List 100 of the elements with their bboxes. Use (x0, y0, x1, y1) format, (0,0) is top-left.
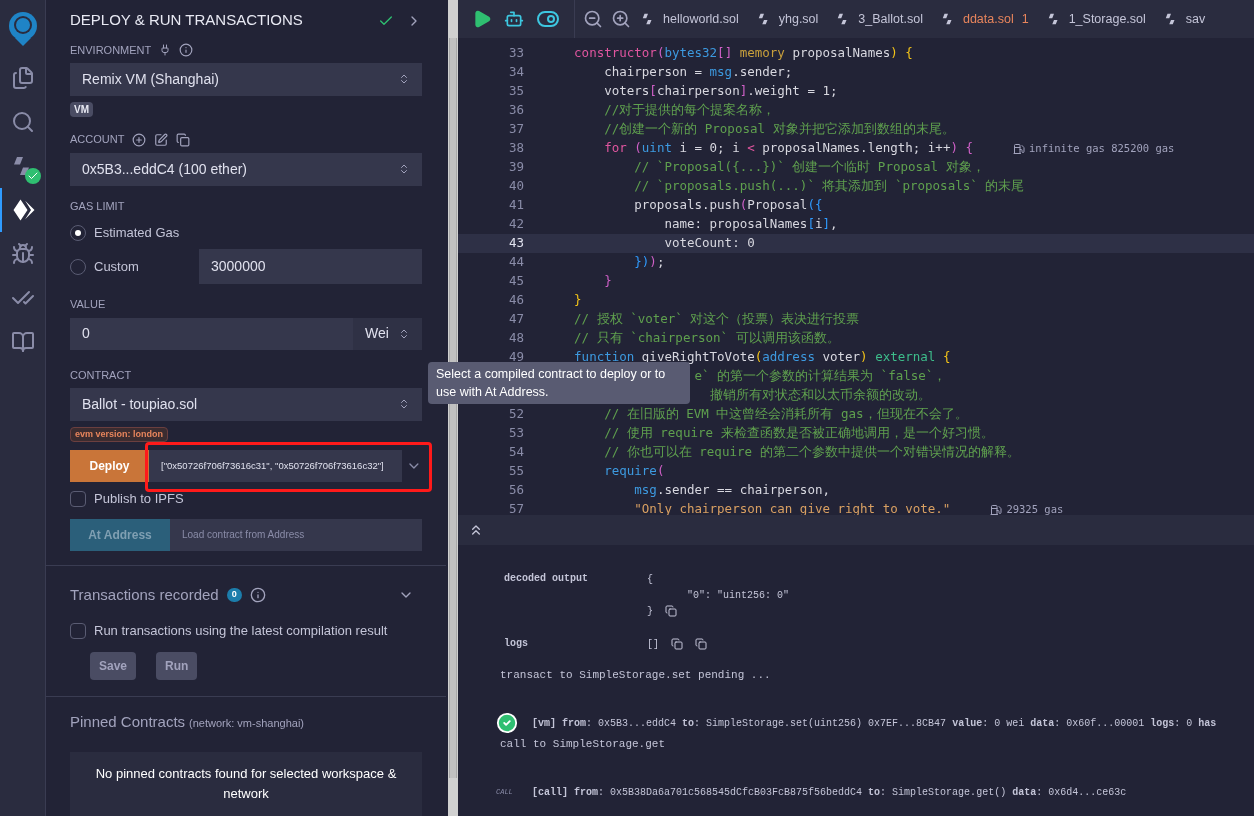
radio-label: Estimated Gas (94, 223, 181, 242)
code-line: chairperson = msg.sender; (604, 63, 793, 82)
code-line: constructor(bytes32[] memory proposalNames) { (574, 44, 913, 63)
line-number: 45 (508, 273, 524, 289)
account-select[interactable]: 0x5B3...eddC4 (100 ether) (70, 152, 422, 186)
up-down-icon (398, 163, 410, 176)
bug-icon[interactable] (10, 242, 35, 266)
line-number: 41 (508, 197, 524, 213)
file-tab[interactable]: sav (1159, 0, 1220, 38)
code-line: // `proposals.push(...)` 将其添加到 `proposals` 的末尾 (634, 177, 1025, 196)
line-number: 44 (508, 254, 524, 270)
info-icon[interactable] (249, 587, 266, 603)
code-line: //对于提供的每个提案名称， (604, 101, 776, 120)
book-icon[interactable] (10, 330, 35, 354)
line-number: 57 (508, 501, 524, 515)
file-tab[interactable]: helloworld.sol (637, 0, 753, 38)
unit-select[interactable]: Wei (353, 317, 422, 350)
code-line: } (604, 272, 612, 291)
up-down-icon (398, 73, 410, 86)
line-number: 35 (508, 83, 524, 99)
transaction-log: [call] from: 0x5B38Da6a701c568545dCfcB03FcB875f56beddC4 to: SimpleStorage.get() data: 0x6d4...ce63c (532, 785, 1127, 800)
line-number: 49 (508, 349, 524, 365)
field-label: logs (503, 637, 529, 651)
code-line: // 你也可以在 require 的第二个参数中提供一个对错误情况的解释。 (604, 443, 1020, 462)
robot-icon[interactable] (504, 9, 524, 29)
tooltip: Select a compiled contract to deploy or to use with At Address. (428, 362, 690, 404)
code-line: voteCount: 0 (664, 234, 755, 253)
line-number: 54 (508, 444, 524, 460)
code-line: //创建一个新的 Proposal 对象并把它添加到数组的末尾。 (604, 120, 955, 139)
file-tab[interactable]: yhg.sol (752, 0, 833, 38)
code-line: // 授权 `voter` 对这个（投票）表决进行投票 (574, 310, 860, 329)
check-badge-icon (24, 168, 41, 184)
gas-limit-field[interactable]: 3000000 (199, 249, 422, 285)
plug-icon (159, 43, 172, 56)
field-label: ENVIRONMENT (70, 42, 152, 58)
address-field[interactable]: Load contract from Address (170, 518, 422, 551)
code-line: e` 的第一个参数的计算结果为 `false`， (694, 367, 947, 386)
line-number: 34 (508, 64, 524, 80)
search-icon[interactable] (10, 110, 35, 134)
checkbox-label: Publish to IPFS (94, 489, 184, 508)
code-line: // `Proposal({...})` 创建一个临时 Proposal 对象， (634, 158, 985, 177)
plus-icon[interactable] (132, 132, 147, 147)
line-number: 48 (508, 330, 524, 346)
code-line: 撤销所有对状态和以太币余额的改动。 (709, 386, 931, 405)
line-number: 38 (508, 140, 524, 156)
edit-icon[interactable] (154, 132, 169, 147)
field-value: { (647, 572, 653, 587)
section-title: Transactions recorded (70, 584, 219, 605)
panel-title: DEPLOY & RUN TRANSACTIONS (70, 10, 303, 31)
file-tab[interactable]: 3_Ballot.sol (832, 0, 937, 38)
value-field[interactable]: 0 (70, 317, 353, 350)
field-value: "0": "uint256: 0" (687, 588, 790, 603)
gas-estimate: 29325 gas (990, 501, 1064, 515)
contract-select[interactable]: Ballot - toupiao.sol (70, 387, 422, 421)
copy-icon[interactable] (695, 638, 707, 650)
radio-label: Custom (94, 257, 140, 276)
checkbox[interactable] (70, 622, 86, 639)
line-number: 40 (508, 178, 524, 194)
zoom-in-icon[interactable] (611, 9, 631, 29)
files-icon[interactable] (10, 66, 35, 90)
line-number: 46 (508, 292, 524, 308)
field-label: CONTRACT (70, 367, 132, 383)
evm-badge: evm version: london (70, 426, 168, 443)
constructor-args-field[interactable]: ["0x50726f706f73616c31", "0x50726f706f73616c32"] (149, 450, 403, 482)
field-label: GAS LIMIT (70, 199, 125, 215)
fuel-icon (990, 503, 1003, 515)
log-line: transact to SimpleStorage.set pending ... (500, 668, 772, 682)
code-line: // 使用 require 来检查函数是否被正确地调用，是一个好习惯。 (604, 424, 994, 443)
code-line: // 在旧版的 EVM 中这曾经会消耗所有 gas，但现在不会了。 (604, 405, 968, 424)
file-tab[interactable]: ddata.sol 1 (936, 0, 1043, 38)
checkbox[interactable] (70, 490, 86, 507)
field-value: [] (647, 637, 659, 652)
code-line: voters[chairperson].weight = 1; (604, 82, 838, 101)
line-number: 42 (508, 216, 524, 232)
up-down-icon (398, 398, 410, 411)
field-label: ACCOUNT (70, 132, 125, 148)
copy-icon[interactable] (671, 638, 683, 650)
field-label: VALUE (70, 297, 106, 313)
field-label: decoded output (503, 572, 589, 586)
play-icon[interactable] (472, 9, 492, 29)
field-value: } (647, 604, 653, 619)
line-number: 36 (508, 102, 524, 118)
line-number: 56 (508, 482, 524, 498)
code-line: msg.sender == chairperson, (634, 481, 830, 500)
copy-icon[interactable] (665, 605, 677, 617)
file-tab[interactable]: 1_Storage.sol (1042, 0, 1160, 38)
up-down-icon (398, 327, 410, 340)
line-number: 33 (508, 45, 524, 61)
environment-select[interactable]: Remix VM (Shanghai) (70, 62, 422, 96)
count-badge: 0 (226, 588, 242, 602)
code-line: require( (604, 462, 665, 481)
code-line: name: proposalNames[i], (664, 215, 838, 234)
copy-icon[interactable] (176, 132, 191, 147)
log-line: call to SimpleStorage.get (500, 737, 667, 751)
zoom-out-icon[interactable] (583, 9, 603, 29)
gas-estimate: infinite gas 825200 gas (1013, 140, 1175, 157)
line-number: 43 (508, 235, 524, 251)
code-line: // 只有 `chairperson` 可以调用该函数。 (574, 329, 840, 348)
line-number: 37 (508, 121, 524, 137)
code-line: "Only chairperson can give right to vote." (634, 500, 951, 515)
